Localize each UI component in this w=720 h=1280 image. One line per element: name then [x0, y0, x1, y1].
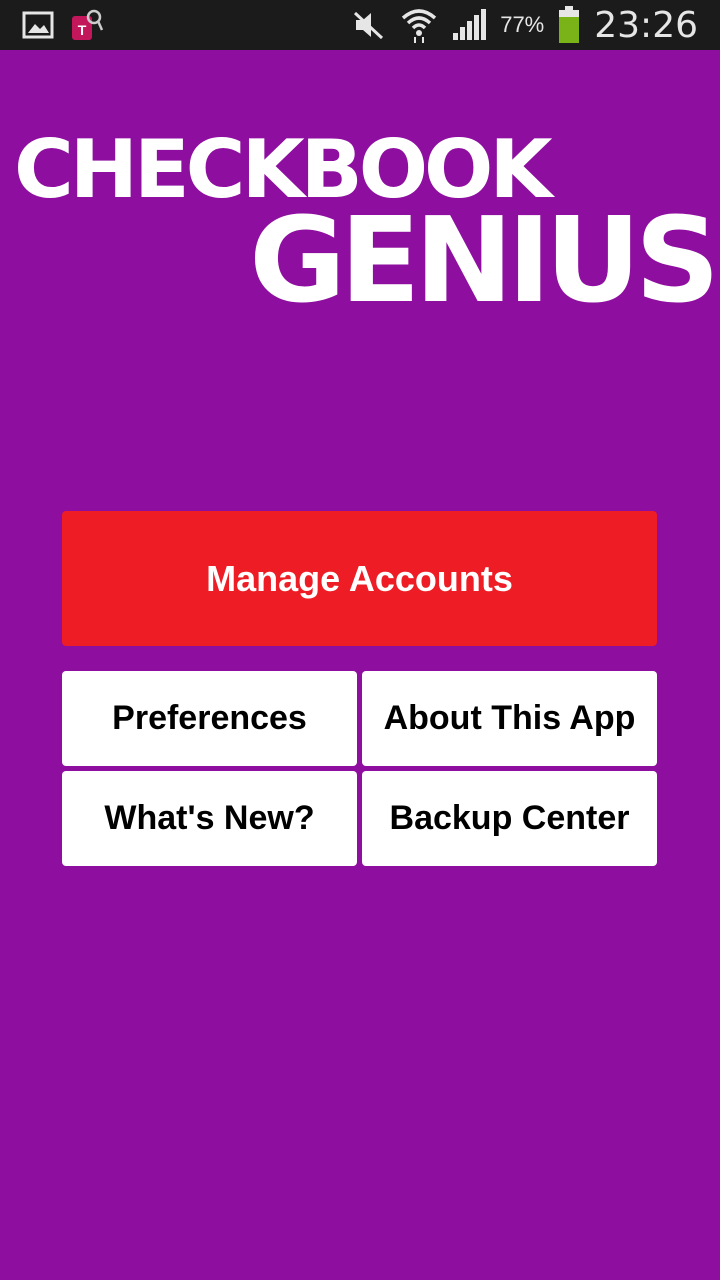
gallery-icon	[22, 11, 54, 39]
tmobile-icon: T	[72, 9, 104, 40]
battery-percent: 77%	[500, 12, 545, 37]
whats-new-button[interactable]: What's New?	[62, 771, 357, 866]
wifi-icon	[402, 9, 437, 43]
signal-icon	[453, 9, 487, 40]
preferences-button[interactable]: Preferences	[62, 671, 357, 766]
manage-accounts-button[interactable]: Manage Accounts	[62, 511, 657, 646]
status-clock: 23:26	[594, 4, 698, 46]
status-bar-right: 77% 23:26	[352, 0, 698, 50]
about-app-button[interactable]: About This App	[362, 671, 657, 766]
backup-center-button[interactable]: Backup Center	[362, 771, 657, 866]
battery-icon	[559, 6, 580, 43]
status-bar: T 77% 23:26	[0, 0, 720, 50]
mute-icon	[354, 11, 384, 40]
svg-text:T: T	[78, 22, 87, 38]
logo-line-genius: GENIUS	[249, 191, 720, 329]
status-bar-left: T	[22, 8, 104, 42]
app-logo: CHECKBOOK GENIUS	[14, 122, 720, 320]
